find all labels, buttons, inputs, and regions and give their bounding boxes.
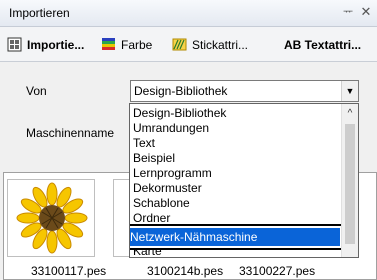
color-icon: [102, 38, 115, 50]
import-icon: [7, 37, 22, 52]
dropdown-option[interactable]: Umrandungen: [133, 121, 209, 136]
dropdown-option-selected[interactable]: Netzwerk-Nähmaschine: [130, 224, 346, 250]
dropdown-scrollbar[interactable]: ^: [341, 104, 358, 257]
tab-bar: Importie... Farbe Stickattri... AB Texta…: [0, 27, 377, 62]
tab-label: Importie...: [27, 38, 85, 52]
panel-title: Importieren: [9, 6, 70, 20]
von-label: Von: [26, 84, 47, 98]
chevron-down-icon[interactable]: ▼: [341, 81, 358, 101]
dropdown-option[interactable]: Beispiel: [133, 151, 175, 166]
close-icon[interactable]: ✕: [359, 5, 373, 19]
dropdown-option[interactable]: Schablone: [133, 196, 190, 211]
von-select[interactable]: Design-Bibliothek ▼: [130, 80, 359, 102]
stitch-attributes-icon: [172, 38, 187, 51]
scrollbar-thumb[interactable]: [345, 124, 355, 244]
dropdown-option[interactable]: Design-Bibliothek: [133, 106, 226, 121]
selected-option-label: Netzwerk-Nähmaschine: [130, 228, 340, 246]
pin-icon[interactable]: ᅲ: [341, 5, 355, 19]
text-attributes-icon: AB Textattri...: [284, 38, 362, 52]
dropdown-option[interactable]: Text: [133, 136, 155, 151]
file-name: 3100214b.pes: [147, 264, 224, 278]
tab-label: Farbe: [121, 38, 153, 52]
file-name: 33100227.pes: [239, 264, 316, 278]
dropdown-option[interactable]: Lernprogramm: [133, 166, 212, 181]
tab-label: Stickattri...: [192, 38, 249, 52]
panel-titlebar: Importieren ᅲ ✕: [0, 0, 377, 27]
sunflower-image: [16, 182, 88, 254]
scroll-up-icon[interactable]: ^: [344, 108, 356, 120]
design-thumbnail[interactable]: [7, 179, 95, 257]
maschinenname-label: Maschinenname: [26, 126, 115, 140]
dropdown-option[interactable]: Dekormuster: [133, 181, 202, 196]
von-select-value: Design-Bibliothek: [134, 84, 228, 98]
von-dropdown-list: Design-Bibliothek Umrandungen Text Beisp…: [129, 103, 359, 258]
file-name: 33100117.pes: [31, 264, 107, 278]
